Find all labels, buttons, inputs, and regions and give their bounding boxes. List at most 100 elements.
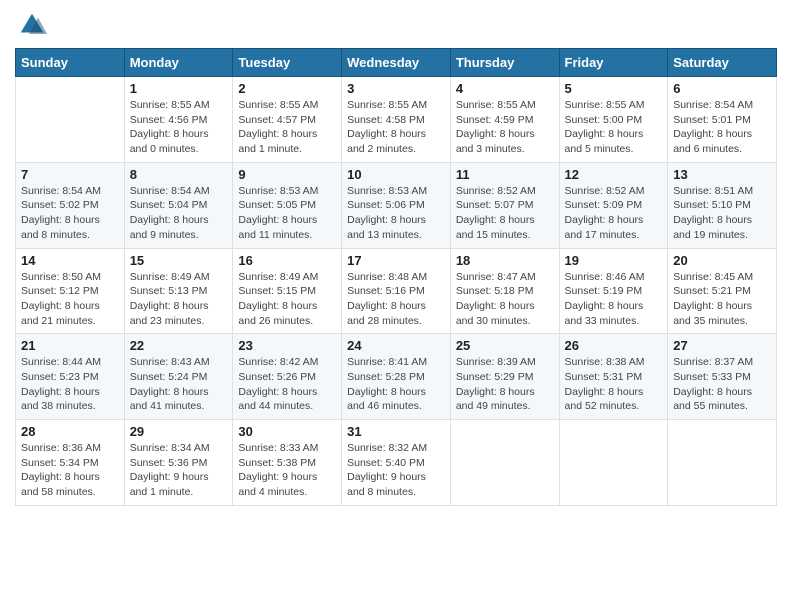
cell-week4-day1: 22 Sunrise: 8:43 AM Sunset: 5:24 PM Dayli…	[124, 334, 233, 420]
cell-week3-day3: 17 Sunrise: 8:48 AM Sunset: 5:16 PM Dayli…	[342, 248, 451, 334]
cell-week4-day3: 24 Sunrise: 8:41 AM Sunset: 5:28 PM Dayli…	[342, 334, 451, 420]
day-info: Sunrise: 8:45 AM Sunset: 5:21 PM Dayligh…	[673, 270, 771, 329]
header-row: SundayMondayTuesdayWednesdayThursdayFrid…	[16, 49, 777, 77]
page: SundayMondayTuesdayWednesdayThursdayFrid…	[0, 0, 792, 612]
cell-week3-day4: 18 Sunrise: 8:47 AM Sunset: 5:18 PM Dayli…	[450, 248, 559, 334]
day-info: Sunrise: 8:53 AM Sunset: 5:05 PM Dayligh…	[238, 184, 336, 243]
cell-week3-day2: 16 Sunrise: 8:49 AM Sunset: 5:15 PM Dayli…	[233, 248, 342, 334]
cell-week5-day5	[559, 420, 668, 506]
day-info: Sunrise: 8:49 AM Sunset: 5:15 PM Dayligh…	[238, 270, 336, 329]
day-info: Sunrise: 8:55 AM Sunset: 5:00 PM Dayligh…	[565, 98, 663, 157]
day-info: Sunrise: 8:36 AM Sunset: 5:34 PM Dayligh…	[21, 441, 119, 500]
cell-week5-day2: 30 Sunrise: 8:33 AM Sunset: 5:38 PM Dayli…	[233, 420, 342, 506]
day-number: 28	[21, 424, 119, 439]
day-number: 13	[673, 167, 771, 182]
cell-week2-day5: 12 Sunrise: 8:52 AM Sunset: 5:09 PM Dayli…	[559, 162, 668, 248]
day-info: Sunrise: 8:48 AM Sunset: 5:16 PM Dayligh…	[347, 270, 445, 329]
day-number: 19	[565, 253, 663, 268]
day-info: Sunrise: 8:55 AM Sunset: 4:57 PM Dayligh…	[238, 98, 336, 157]
day-number: 23	[238, 338, 336, 353]
day-number: 6	[673, 81, 771, 96]
header-sunday: Sunday	[16, 49, 125, 77]
cell-week1-day0	[16, 77, 125, 163]
cell-week3-day5: 19 Sunrise: 8:46 AM Sunset: 5:19 PM Dayli…	[559, 248, 668, 334]
cell-week1-day4: 4Sunrise: 8:55 AM Sunset: 4:59 PM Daylig…	[450, 77, 559, 163]
day-info: Sunrise: 8:52 AM Sunset: 5:09 PM Dayligh…	[565, 184, 663, 243]
day-number: 3	[347, 81, 445, 96]
day-number: 30	[238, 424, 336, 439]
day-info: Sunrise: 8:54 AM Sunset: 5:02 PM Dayligh…	[21, 184, 119, 243]
logo-icon	[17, 10, 47, 40]
day-info: Sunrise: 8:52 AM Sunset: 5:07 PM Dayligh…	[456, 184, 554, 243]
cell-week2-day6: 13 Sunrise: 8:51 AM Sunset: 5:10 PM Dayli…	[668, 162, 777, 248]
day-info: Sunrise: 8:41 AM Sunset: 5:28 PM Dayligh…	[347, 355, 445, 414]
cell-week5-day1: 29Sunrise: 8:34 AM Sunset: 5:36 PM Dayli…	[124, 420, 233, 506]
day-number: 21	[21, 338, 119, 353]
header-wednesday: Wednesday	[342, 49, 451, 77]
week-row-1: 1Sunrise: 8:55 AM Sunset: 4:56 PM Daylig…	[16, 77, 777, 163]
day-info: Sunrise: 8:37 AM Sunset: 5:33 PM Dayligh…	[673, 355, 771, 414]
cell-week4-day4: 25Sunrise: 8:39 AM Sunset: 5:29 PM Dayli…	[450, 334, 559, 420]
day-number: 24	[347, 338, 445, 353]
day-number: 11	[456, 167, 554, 182]
day-info: Sunrise: 8:47 AM Sunset: 5:18 PM Dayligh…	[456, 270, 554, 329]
day-info: Sunrise: 8:55 AM Sunset: 4:58 PM Dayligh…	[347, 98, 445, 157]
cell-week5-day4	[450, 420, 559, 506]
day-info: Sunrise: 8:32 AM Sunset: 5:40 PM Dayligh…	[347, 441, 445, 500]
cell-week2-day1: 8 Sunrise: 8:54 AM Sunset: 5:04 PM Daylig…	[124, 162, 233, 248]
day-number: 1	[130, 81, 228, 96]
day-info: Sunrise: 8:44 AM Sunset: 5:23 PM Dayligh…	[21, 355, 119, 414]
cell-week5-day6	[668, 420, 777, 506]
header-saturday: Saturday	[668, 49, 777, 77]
day-info: Sunrise: 8:38 AM Sunset: 5:31 PM Dayligh…	[565, 355, 663, 414]
cell-week2-day2: 9 Sunrise: 8:53 AM Sunset: 5:05 PM Daylig…	[233, 162, 342, 248]
cell-week4-day0: 21 Sunrise: 8:44 AM Sunset: 5:23 PM Dayli…	[16, 334, 125, 420]
header-friday: Friday	[559, 49, 668, 77]
cell-week3-day1: 15Sunrise: 8:49 AM Sunset: 5:13 PM Dayli…	[124, 248, 233, 334]
day-info: Sunrise: 8:42 AM Sunset: 5:26 PM Dayligh…	[238, 355, 336, 414]
week-row-4: 21 Sunrise: 8:44 AM Sunset: 5:23 PM Dayli…	[16, 334, 777, 420]
week-row-2: 7Sunrise: 8:54 AM Sunset: 5:02 PM Daylig…	[16, 162, 777, 248]
day-number: 4	[456, 81, 554, 96]
calendar-body: 1Sunrise: 8:55 AM Sunset: 4:56 PM Daylig…	[16, 77, 777, 506]
day-number: 8	[130, 167, 228, 182]
day-info: Sunrise: 8:51 AM Sunset: 5:10 PM Dayligh…	[673, 184, 771, 243]
day-info: Sunrise: 8:46 AM Sunset: 5:19 PM Dayligh…	[565, 270, 663, 329]
header-tuesday: Tuesday	[233, 49, 342, 77]
day-number: 15	[130, 253, 228, 268]
day-number: 17	[347, 253, 445, 268]
cell-week2-day4: 11 Sunrise: 8:52 AM Sunset: 5:07 PM Dayli…	[450, 162, 559, 248]
day-number: 27	[673, 338, 771, 353]
day-info: Sunrise: 8:39 AM Sunset: 5:29 PM Dayligh…	[456, 355, 554, 414]
header	[15, 10, 777, 40]
cell-week1-day2: 2 Sunrise: 8:55 AM Sunset: 4:57 PM Daylig…	[233, 77, 342, 163]
day-number: 31	[347, 424, 445, 439]
calendar-header: SundayMondayTuesdayWednesdayThursdayFrid…	[16, 49, 777, 77]
week-row-5: 28 Sunrise: 8:36 AM Sunset: 5:34 PM Dayli…	[16, 420, 777, 506]
day-info: Sunrise: 8:54 AM Sunset: 5:04 PM Dayligh…	[130, 184, 228, 243]
cell-week1-day6: 6Sunrise: 8:54 AM Sunset: 5:01 PM Daylig…	[668, 77, 777, 163]
day-number: 14	[21, 253, 119, 268]
day-number: 9	[238, 167, 336, 182]
day-info: Sunrise: 8:33 AM Sunset: 5:38 PM Dayligh…	[238, 441, 336, 500]
cell-week5-day0: 28 Sunrise: 8:36 AM Sunset: 5:34 PM Dayli…	[16, 420, 125, 506]
cell-week4-day2: 23 Sunrise: 8:42 AM Sunset: 5:26 PM Dayli…	[233, 334, 342, 420]
day-number: 26	[565, 338, 663, 353]
cell-week1-day5: 5Sunrise: 8:55 AM Sunset: 5:00 PM Daylig…	[559, 77, 668, 163]
cell-week4-day6: 27 Sunrise: 8:37 AM Sunset: 5:33 PM Dayli…	[668, 334, 777, 420]
day-number: 2	[238, 81, 336, 96]
day-number: 29	[130, 424, 228, 439]
cell-week1-day1: 1Sunrise: 8:55 AM Sunset: 4:56 PM Daylig…	[124, 77, 233, 163]
day-number: 18	[456, 253, 554, 268]
cell-week4-day5: 26 Sunrise: 8:38 AM Sunset: 5:31 PM Dayli…	[559, 334, 668, 420]
logo	[15, 10, 47, 40]
cell-week3-day6: 20Sunrise: 8:45 AM Sunset: 5:21 PM Dayli…	[668, 248, 777, 334]
day-number: 16	[238, 253, 336, 268]
day-number: 12	[565, 167, 663, 182]
day-number: 22	[130, 338, 228, 353]
week-row-3: 14Sunrise: 8:50 AM Sunset: 5:12 PM Dayli…	[16, 248, 777, 334]
day-info: Sunrise: 8:43 AM Sunset: 5:24 PM Dayligh…	[130, 355, 228, 414]
cell-week1-day3: 3 Sunrise: 8:55 AM Sunset: 4:58 PM Daylig…	[342, 77, 451, 163]
cell-week5-day3: 31 Sunrise: 8:32 AM Sunset: 5:40 PM Dayli…	[342, 420, 451, 506]
header-thursday: Thursday	[450, 49, 559, 77]
